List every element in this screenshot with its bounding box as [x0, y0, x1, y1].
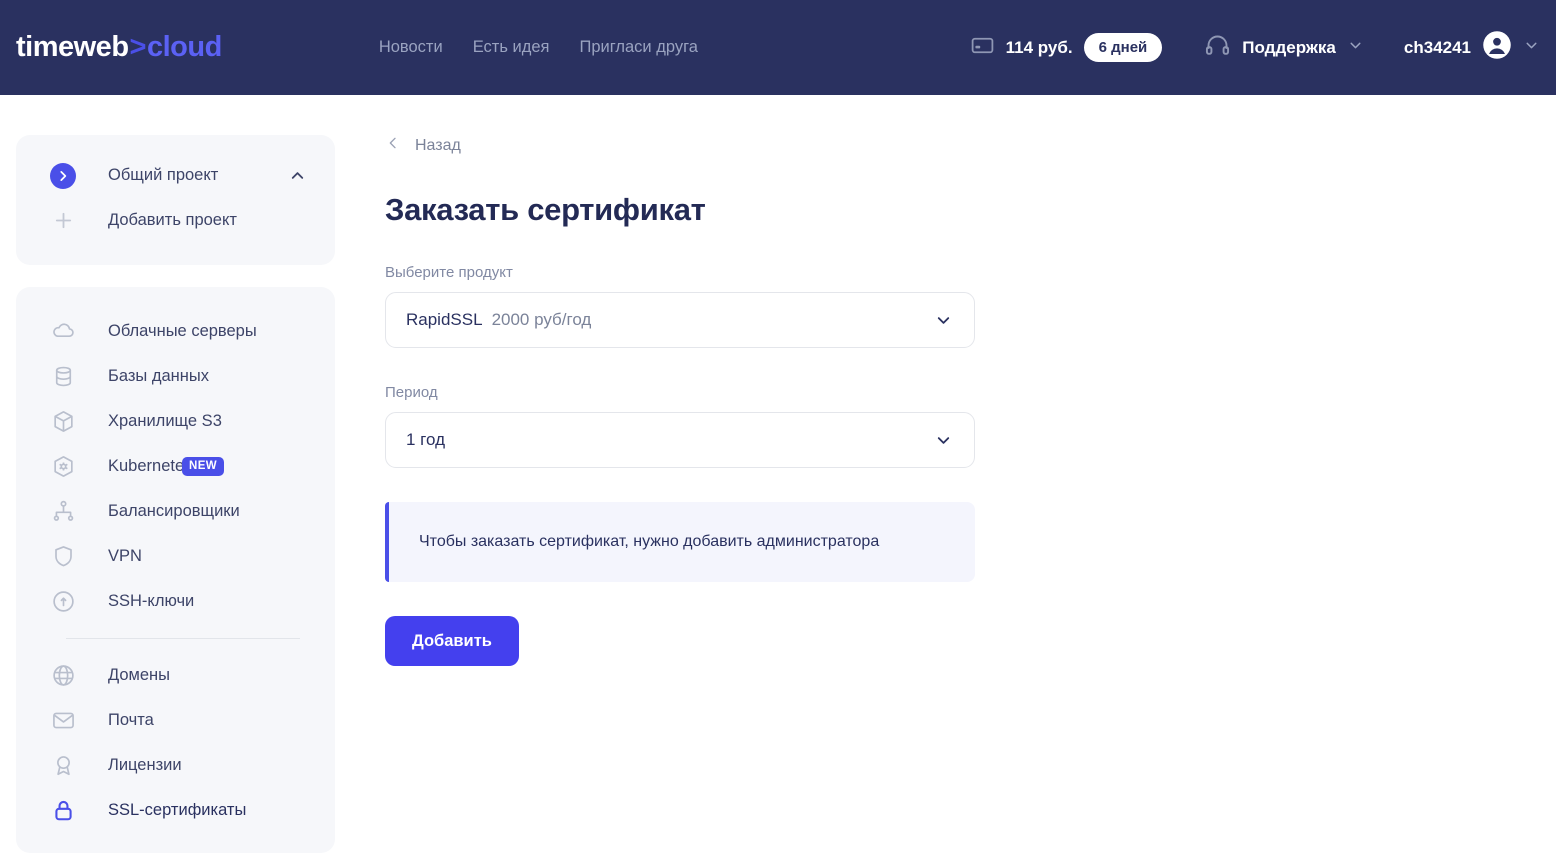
- account-username: ch34241: [1403, 37, 1471, 57]
- globe-icon: [50, 663, 76, 689]
- sidebar-label: Почта: [108, 711, 154, 729]
- support-label: Поддержка: [1242, 37, 1336, 57]
- brand-separator-icon: >: [129, 31, 147, 63]
- period-select[interactable]: 1 год: [385, 412, 975, 468]
- sidebar-item-databases[interactable]: Базы данных: [16, 354, 335, 399]
- account-menu[interactable]: ch34241: [1404, 30, 1540, 65]
- projects-card: Общий проект Добавить проект: [16, 135, 335, 265]
- chevron-up-icon[interactable]: [288, 166, 307, 185]
- product-select-price: 2000 руб/год: [491, 310, 592, 329]
- chevron-right-circle-icon: [50, 162, 76, 189]
- sidebar-item-mail[interactable]: Почта: [16, 698, 335, 743]
- period-field-label: Период: [385, 384, 438, 401]
- chevron-down-icon: [1523, 37, 1540, 59]
- add-administrator-button[interactable]: Добавить: [385, 616, 519, 666]
- balancer-icon: [50, 499, 76, 525]
- status-badge-new: NEW: [182, 457, 225, 476]
- box-icon: [50, 409, 76, 435]
- sidebar-label: Домены: [108, 666, 171, 684]
- chevron-down-icon: [1347, 37, 1364, 59]
- sidebar-item-ssh-keys[interactable]: SSH-ключи: [16, 579, 335, 624]
- sidebar: Общий проект Добавить проект Облачные се…: [0, 95, 352, 853]
- sidebar-label: SSH-ключи: [108, 592, 195, 610]
- balance-widget[interactable]: 114 руб. 6 дней: [970, 33, 1163, 63]
- shield-icon: [50, 544, 76, 570]
- top-right-controls: 114 руб. 6 дней Поддержка ch34241: [970, 0, 1540, 95]
- lock-icon: [50, 798, 76, 824]
- chevron-left-icon: [385, 135, 401, 156]
- sidebar-item-licenses[interactable]: Лицензии: [16, 743, 335, 788]
- chevron-down-icon: [934, 431, 953, 450]
- info-notice: Чтобы заказать сертификат, нужно добавит…: [385, 502, 975, 582]
- support-menu[interactable]: Поддержка: [1204, 32, 1364, 64]
- nav-link-idea[interactable]: Есть идея: [473, 38, 550, 57]
- sidebar-label: VPN: [108, 547, 142, 565]
- sidebar-item-ssl-certificates[interactable]: SSL-сертификаты: [16, 788, 335, 833]
- back-link-label: Назад: [415, 136, 461, 154]
- kubernetes-icon: [50, 454, 76, 480]
- cloud-icon: [50, 319, 76, 345]
- period-select-value: 1 год: [406, 430, 446, 449]
- key-circle-icon: [50, 589, 76, 615]
- sidebar-label: Облачные серверы: [108, 322, 257, 340]
- nav-link-invite-friend[interactable]: Пригласи друга: [579, 38, 697, 57]
- sidebar-label: Лицензии: [108, 756, 182, 774]
- mail-icon: [50, 708, 76, 734]
- license-icon: [50, 753, 76, 779]
- sidebar-label: Kubernetes: [108, 457, 193, 475]
- product-select[interactable]: RapidSSL 2000 руб/год: [385, 292, 975, 348]
- chevron-down-icon: [934, 311, 953, 330]
- brand-name-secondary: cloud: [146, 31, 222, 63]
- top-navigation: Новости Есть идея Пригласи друга: [379, 38, 698, 57]
- sidebar-label: Базы данных: [108, 367, 209, 385]
- product-select-value: RapidSSL: [406, 310, 483, 329]
- sidebar-item-add-project[interactable]: Добавить проект: [16, 198, 335, 243]
- add-project-label: Добавить проект: [108, 211, 237, 229]
- sidebar-label: Балансировщики: [108, 502, 240, 520]
- credit-card-icon: [970, 33, 995, 63]
- brand-logo[interactable]: timeweb > cloud: [16, 31, 222, 64]
- main-menu-card: Облачные серверы Базы данных Хранилище S…: [16, 287, 335, 853]
- user-avatar-icon: [1482, 30, 1512, 65]
- balance-days-badge: 6 дней: [1083, 33, 1163, 62]
- sidebar-item-balancers[interactable]: Балансировщики: [16, 489, 335, 534]
- headphones-icon: [1204, 32, 1231, 64]
- database-icon: [50, 364, 76, 390]
- sidebar-item-domains[interactable]: Домены: [16, 653, 335, 698]
- main-content: Назад Заказать сертификат Выберите проду…: [352, 95, 1556, 838]
- sidebar-item-vpn[interactable]: VPN: [16, 534, 335, 579]
- sidebar-item-kubernetes[interactable]: Kubernetes NEW: [16, 444, 335, 489]
- top-header-bar: timeweb > cloud Новости Есть идея Пригласи…: [0, 0, 1556, 95]
- product-field-label: Выберите продукт: [385, 264, 513, 281]
- back-link[interactable]: Назад: [385, 135, 461, 156]
- sidebar-item-cloud-servers[interactable]: Облачные серверы: [16, 309, 335, 354]
- sidebar-divider: [66, 638, 300, 639]
- sidebar-item-current-project[interactable]: Общий проект: [16, 153, 335, 198]
- sidebar-label: SSL-сертификаты: [108, 801, 247, 819]
- info-notice-text: Чтобы заказать сертификат, нужно добавит…: [419, 533, 880, 550]
- brand-name-primary: timeweb: [16, 31, 129, 63]
- sidebar-item-s3-storage[interactable]: Хранилище S3: [16, 399, 335, 444]
- balance-amount: 114 руб.: [1005, 37, 1073, 57]
- page-title: Заказать сертификат: [385, 192, 706, 227]
- sidebar-label: Хранилище S3: [108, 412, 222, 430]
- current-project-label: Общий проект: [108, 166, 219, 184]
- plus-icon: [50, 208, 76, 234]
- nav-link-news[interactable]: Новости: [379, 38, 443, 57]
